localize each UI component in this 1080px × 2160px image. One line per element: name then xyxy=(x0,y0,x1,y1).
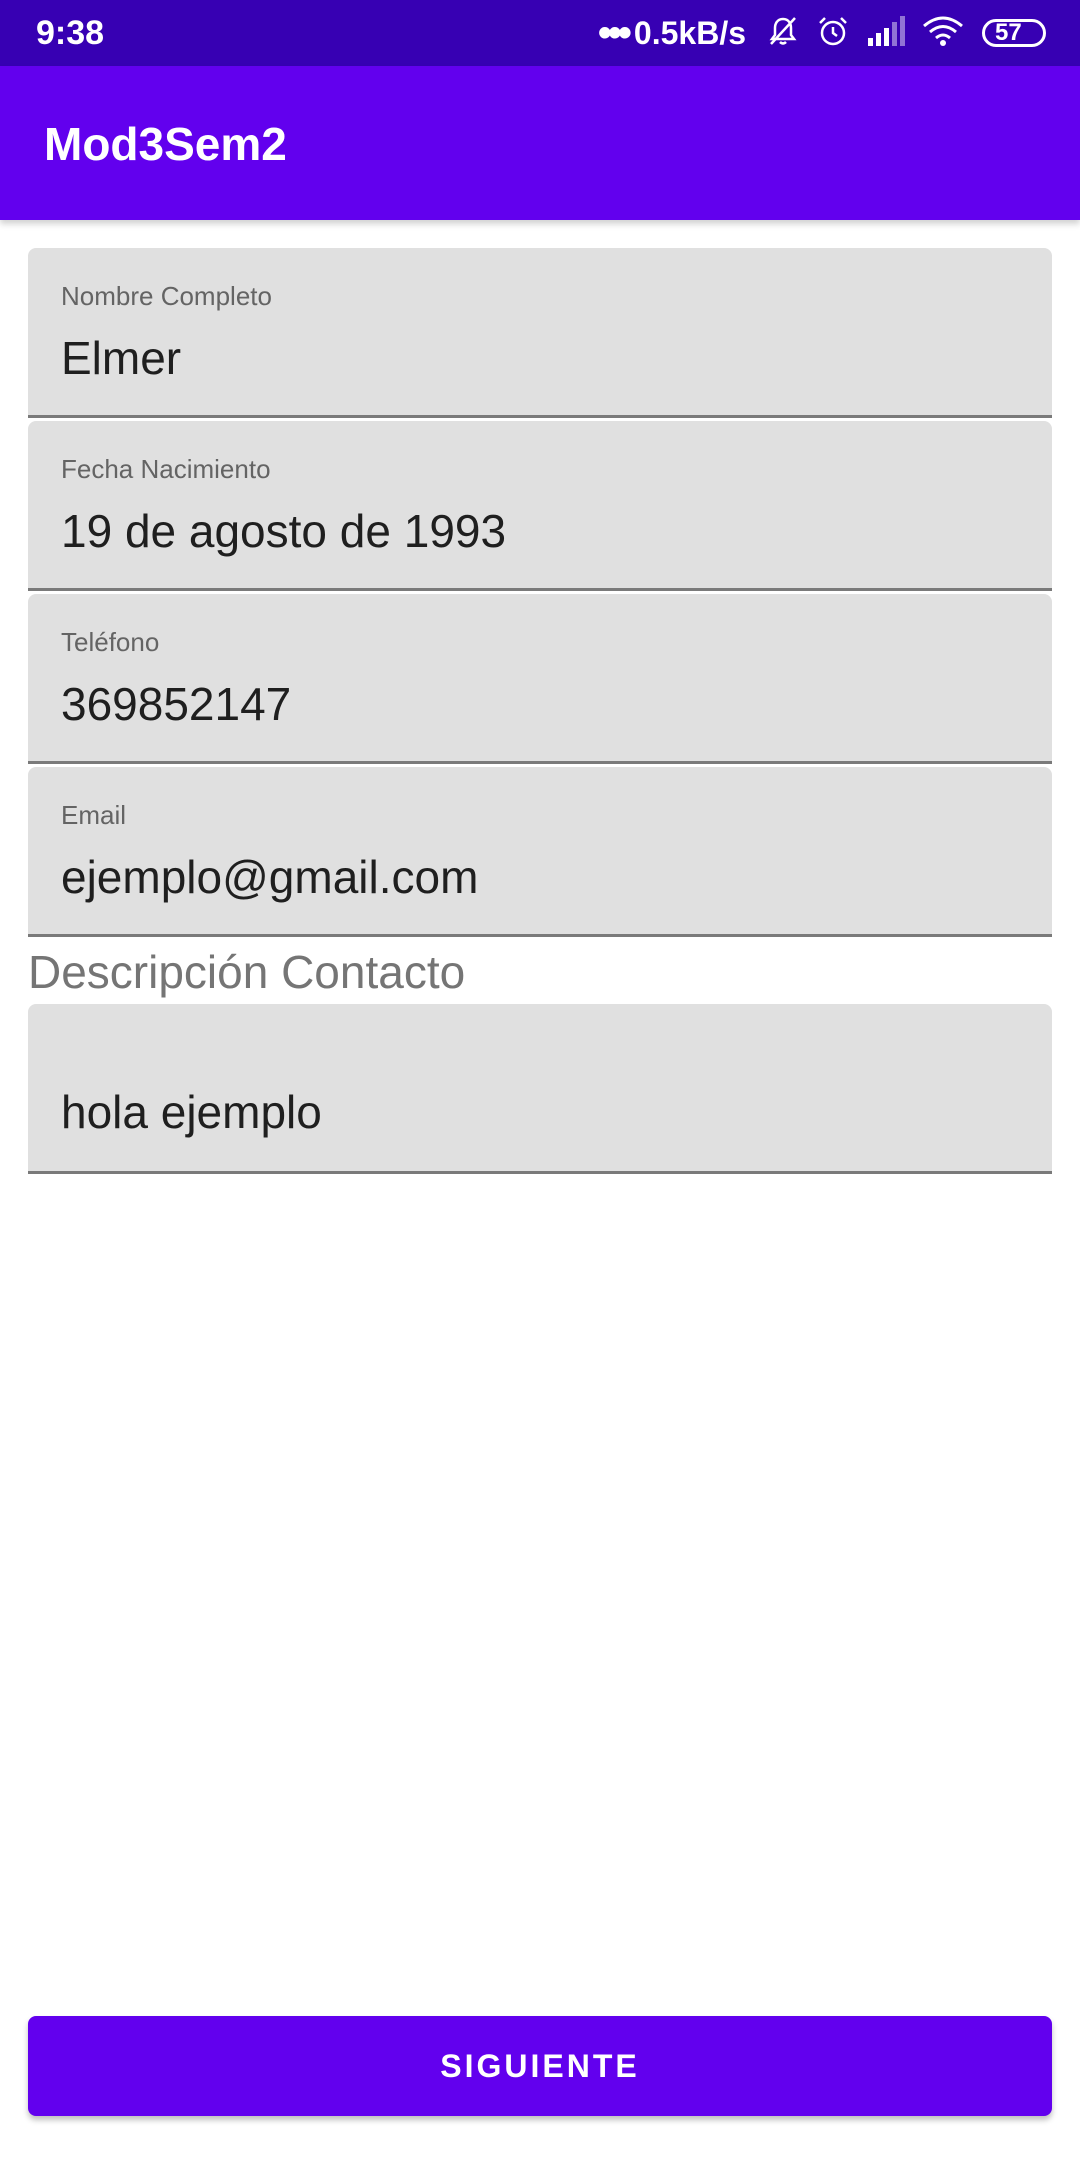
contact-description-label: Descripción Contacto xyxy=(28,946,466,998)
network-speed: 0.5kB/s xyxy=(633,14,746,51)
contact-description-input[interactable]: hola ejemplo xyxy=(61,1084,322,1140)
status-icons: ••• 0.5kB/s 57 xyxy=(598,10,1046,56)
phone-input[interactable]: 369852147 xyxy=(61,676,291,732)
contact-description-field[interactable]: hola ejemplo xyxy=(28,1004,1052,1174)
alarm-icon xyxy=(816,14,850,53)
birth-date-label: Fecha Nacimiento xyxy=(61,454,271,484)
app-bar: Mod3Sem2 xyxy=(0,66,1080,220)
full-name-field[interactable]: Nombre Completo Elmer xyxy=(28,248,1052,418)
birth-date-field[interactable]: Fecha Nacimiento 19 de agosto de 1993 xyxy=(28,421,1052,591)
status-time: 9:38 xyxy=(36,14,105,52)
phone-field[interactable]: Teléfono 369852147 xyxy=(28,594,1052,764)
birth-date-input[interactable]: 19 de agosto de 1993 xyxy=(61,503,506,559)
wifi-icon xyxy=(922,14,964,53)
battery-icon: 57 xyxy=(982,19,1046,47)
email-label: Email xyxy=(61,800,127,830)
signal-icon xyxy=(866,14,906,53)
full-name-label: Nombre Completo xyxy=(61,281,272,311)
email-field[interactable]: Email ejemplo@gmail.com xyxy=(28,767,1052,937)
status-bar: 9:38 ••• 0.5kB/s 57 xyxy=(0,0,1080,66)
battery-level: 57 xyxy=(995,19,1022,46)
email-input[interactable]: ejemplo@gmail.com xyxy=(61,849,478,905)
bell-muted-icon xyxy=(766,14,800,53)
notification-dots: ••• xyxy=(597,11,632,55)
phone-label: Teléfono xyxy=(61,627,160,657)
app-title: Mod3Sem2 xyxy=(44,118,287,170)
next-button[interactable]: SIGUIENTE xyxy=(28,2016,1052,2116)
full-name-input[interactable]: Elmer xyxy=(61,330,181,386)
